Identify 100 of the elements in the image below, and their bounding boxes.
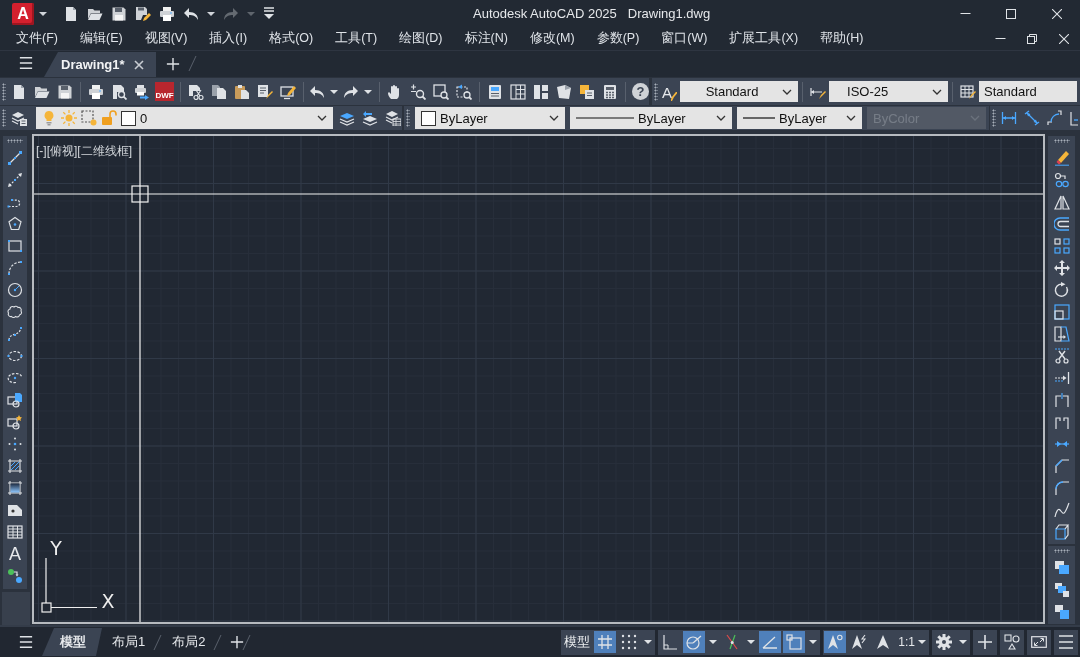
menu-item[interactable]: 插入(I) xyxy=(209,30,248,47)
grid-panel-icon[interactable] xyxy=(509,83,526,100)
rectangle-icon[interactable] xyxy=(7,238,23,254)
menu-item[interactable]: 窗口(W) xyxy=(661,30,708,47)
menu-item[interactable]: 标注(N) xyxy=(464,30,508,47)
close-icon[interactable] xyxy=(133,59,144,70)
sliders-panel-icon[interactable] xyxy=(486,83,503,100)
dwf-file-button[interactable]: DWF xyxy=(155,82,174,101)
page-magnifier-icon[interactable] xyxy=(110,83,127,100)
double-arrow-line-icon[interactable] xyxy=(7,172,23,188)
caret-icon[interactable] xyxy=(709,640,718,644)
page-pencil-icon[interactable] xyxy=(256,83,273,100)
overlap-squares-icon[interactable] xyxy=(1053,560,1070,576)
rect-circle-star-icon[interactable] xyxy=(7,414,23,430)
dimension-aligned-icon[interactable] xyxy=(1023,110,1040,126)
printer-icon[interactable] xyxy=(159,5,175,22)
rect-circle-page-icon[interactable] xyxy=(7,392,23,408)
menu-item[interactable]: 视图(V) xyxy=(144,30,188,47)
close-icon[interactable] xyxy=(1052,8,1062,19)
menu-item[interactable]: 参数(P) xyxy=(596,30,640,47)
restore-icon[interactable] xyxy=(1027,33,1037,44)
beveled-corner-icon[interactable] xyxy=(1053,458,1070,474)
expand-arrows-icon[interactable] xyxy=(1031,634,1047,650)
arc-icon[interactable] xyxy=(7,260,23,276)
four-squares-icon[interactable] xyxy=(1053,238,1070,254)
caret-icon[interactable] xyxy=(330,89,338,94)
square-magnifier-icon[interactable] xyxy=(432,83,449,100)
monitor-pencil-icon[interactable] xyxy=(279,83,296,100)
caret-icon[interactable] xyxy=(809,640,818,644)
model-space-button[interactable]: 模型 xyxy=(561,633,594,651)
menu-item[interactable]: 工具(T) xyxy=(335,30,378,47)
four-way-arrow-icon[interactable] xyxy=(1053,260,1070,276)
maximize-icon[interactable] xyxy=(1006,8,1016,19)
text-style-dropdown[interactable]: Standard xyxy=(680,81,798,102)
caret-icon[interactable] xyxy=(39,11,47,16)
document-tab[interactable]: Drawing1* xyxy=(44,52,156,77)
settings-icon[interactable] xyxy=(936,634,952,650)
caret-icon[interactable] xyxy=(918,640,926,644)
floppy-pencil-icon[interactable] xyxy=(135,5,151,22)
text-style-button[interactable]: A xyxy=(662,82,677,101)
dimension-style-dropdown[interactable]: ISO-25 xyxy=(829,81,948,102)
caret-icon[interactable] xyxy=(959,640,967,644)
gap-line-icon[interactable] xyxy=(1053,414,1070,430)
toolbar-grip[interactable] xyxy=(406,109,410,127)
layers-table-icon[interactable] xyxy=(384,110,401,126)
layout-tab[interactable]: 布局2 xyxy=(162,628,216,656)
line-icon[interactable] xyxy=(7,150,23,166)
caret-icon[interactable] xyxy=(644,640,653,644)
rounded-corner-icon[interactable] xyxy=(1053,480,1070,496)
isodraft-toggle[interactable] xyxy=(759,631,782,653)
spline-icon[interactable] xyxy=(7,326,23,342)
broken-line-icon[interactable] xyxy=(1053,392,1070,408)
menu-item[interactable]: 编辑(E) xyxy=(79,30,123,47)
toolbar-grip[interactable] xyxy=(2,82,6,101)
viewport-controls-label[interactable]: [-][俯视][二维线框] xyxy=(36,143,132,160)
page-stamp-icon[interactable] xyxy=(578,83,595,100)
color-dropdown[interactable]: ByLayer xyxy=(415,107,565,129)
text-tool-button[interactable]: A xyxy=(9,544,21,564)
menu-item[interactable]: 格式(O) xyxy=(269,30,314,47)
polar-toggle[interactable] xyxy=(683,631,706,653)
plus-icon[interactable] xyxy=(977,634,993,650)
toolbar-grip[interactable] xyxy=(654,82,658,101)
layer-dropdown[interactable]: 0 xyxy=(36,107,333,129)
offset-curves-icon[interactable] xyxy=(1053,216,1070,232)
plus-icon[interactable] xyxy=(166,57,180,71)
minimize-icon[interactable] xyxy=(994,38,1006,39)
layers-sheet-icon[interactable] xyxy=(10,110,27,126)
printer-icon[interactable] xyxy=(87,83,104,100)
dimension-linear-icon[interactable] xyxy=(1000,110,1017,126)
dimension-arc-icon[interactable] xyxy=(1046,110,1063,126)
annotation-scale-button[interactable]: 1:1 xyxy=(898,635,915,649)
shapes-icon[interactable] xyxy=(1004,634,1020,650)
lineweight-dropdown[interactable]: ByLayer xyxy=(737,107,862,129)
menu-item[interactable]: 扩展工具(X) xyxy=(729,30,799,47)
linetype-dropdown[interactable]: ByLayer xyxy=(570,107,732,129)
clipboard-icon[interactable] xyxy=(233,83,250,100)
cube-icon[interactable] xyxy=(1053,524,1070,540)
drawing-canvas[interactable]: [-][俯视][二维线框] Y X xyxy=(32,134,1045,624)
dashed-square-icon[interactable] xyxy=(81,110,97,126)
grid-toggle[interactable] xyxy=(594,631,617,653)
menu-item[interactable]: 修改(M) xyxy=(529,30,575,47)
toolbar-grip[interactable] xyxy=(2,109,6,127)
gradient-icon[interactable] xyxy=(7,480,23,496)
help-button[interactable]: ? xyxy=(632,83,649,100)
toolbar-grip[interactable] xyxy=(1053,549,1070,553)
copy-circles-icon[interactable] xyxy=(1053,172,1070,188)
object-snap-toggle[interactable] xyxy=(783,631,806,653)
rotate-arrow-icon[interactable] xyxy=(1053,282,1070,298)
layout-tab[interactable]: 模型 xyxy=(42,628,102,656)
wave-curve-icon[interactable] xyxy=(1053,502,1070,518)
close-icon[interactable] xyxy=(1059,33,1069,44)
overlap-squares-icon[interactable] xyxy=(1053,582,1070,598)
minimize-icon[interactable] xyxy=(959,13,971,14)
tag-icon[interactable] xyxy=(7,502,23,518)
layout-tab[interactable]: 布局1 xyxy=(102,628,156,656)
redo-arrow-icon[interactable] xyxy=(343,83,359,100)
cloud-icon[interactable] xyxy=(7,304,23,320)
menu-icon[interactable] xyxy=(17,56,35,70)
hatch-icon[interactable] xyxy=(7,458,23,474)
caret-icon[interactable] xyxy=(747,640,756,644)
